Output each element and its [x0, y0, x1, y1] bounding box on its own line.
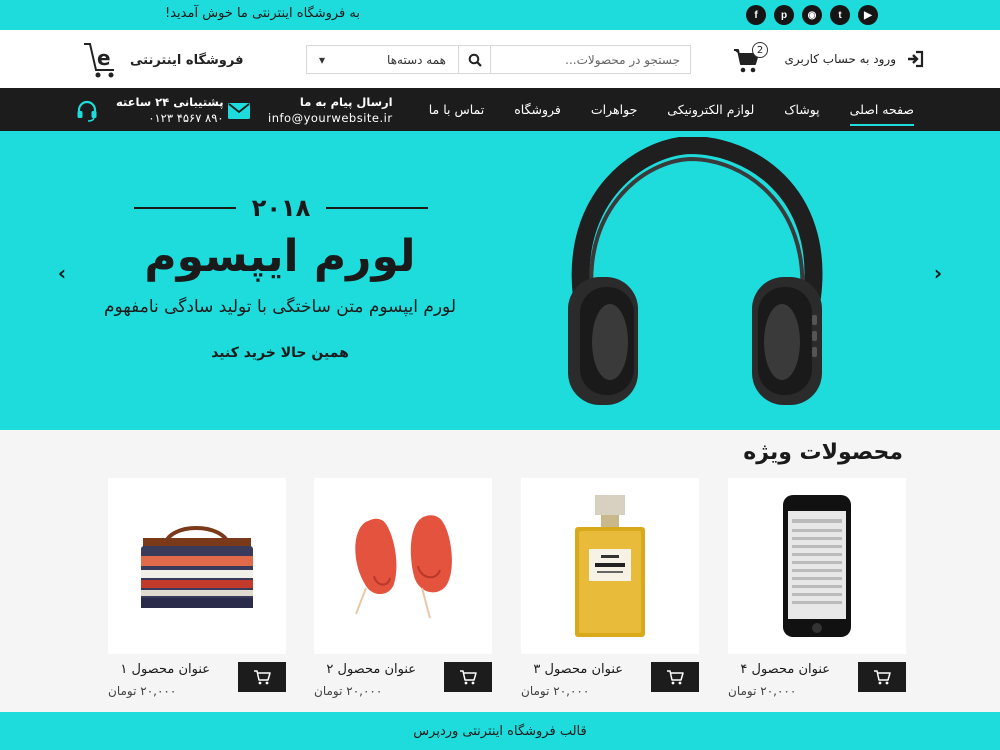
shoes-image — [355, 515, 452, 619]
product-card[interactable]: عنوان محصول ۳ ۲۰,۰۰۰ تومان — [521, 478, 699, 712]
sign-in-icon — [908, 50, 924, 68]
hero-title: لورم ایپسوم — [144, 231, 416, 282]
pinterest-icon[interactable]: p — [774, 5, 794, 25]
logo-letter: e — [97, 46, 111, 70]
slider-next-arrow[interactable]: › — [928, 261, 948, 285]
product-price: ۲۰,۰۰۰ تومان — [521, 684, 590, 698]
youtube-icon[interactable]: ▶ — [858, 5, 878, 25]
product-image[interactable] — [521, 478, 699, 654]
support-phone: ۰۱۲۳ ۴۵۶۷ ۸۹۰ — [148, 111, 224, 125]
divider — [134, 207, 236, 209]
header: e فروشگاه اینترنتی ▾ همه دسته‌ها 2 ورو — [0, 30, 1000, 88]
handbag-image — [141, 526, 253, 608]
headphone-image — [568, 137, 823, 405]
product-image[interactable] — [108, 478, 286, 654]
login-label: ورود به حساب کاربری — [784, 52, 896, 66]
search-bar: ▾ همه دسته‌ها — [306, 45, 691, 74]
product-title[interactable]: عنوان محصول ۳ — [533, 662, 623, 677]
facebook-icon[interactable]: f — [746, 5, 766, 25]
email-title: ارسال پیام به ما — [299, 95, 393, 109]
top-bar: به فروشگاه اینترنتی ما خوش آمدید! f p ◉ … — [0, 0, 1000, 30]
cart-count-badge: 2 — [752, 42, 768, 58]
hero-year: ۲۰۱۸ — [251, 194, 311, 222]
login-link[interactable]: ورود به حساب کاربری — [784, 50, 924, 68]
perfume-image — [575, 495, 645, 637]
product-title[interactable]: عنوان محصول ۴ — [740, 662, 830, 677]
category-select[interactable]: ▾ همه دسته‌ها — [307, 46, 459, 73]
envelope-icon — [228, 103, 250, 119]
nav-item-contact[interactable]: تماس با ما — [429, 96, 485, 123]
add-to-cart-button[interactable] — [858, 662, 906, 692]
nav-item-jewelry[interactable]: جواهرات — [591, 96, 637, 123]
search-button[interactable] — [459, 46, 491, 73]
product-price: ۲۰,۰۰۰ تومان — [108, 684, 177, 698]
shop-now-link[interactable]: همین حالا خرید کنید — [180, 345, 380, 361]
rss-icon[interactable]: ◉ — [802, 5, 822, 25]
smartphone-image — [783, 495, 851, 637]
nav-item-clothing[interactable]: پوشاک — [784, 96, 819, 123]
product-card[interactable]: عنوان محصول ۱ ۲۰,۰۰۰ تومان — [108, 478, 286, 712]
product-title[interactable]: عنوان محصول ۱ — [120, 662, 210, 677]
hero-subtitle: لورم ایپسوم متن ساختگی با تولید سادگی نا… — [103, 297, 457, 317]
cart-icon — [254, 670, 271, 685]
product-price: ۲۰,۰۰۰ تومان — [728, 684, 797, 698]
product-card[interactable]: عنوان محصول ۴ ۲۰,۰۰۰ تومان — [728, 478, 906, 712]
search-input[interactable] — [491, 46, 690, 73]
support-title: پشتیبانی ۲۴ ساعته — [116, 95, 224, 109]
category-selected: همه دسته‌ها — [387, 52, 446, 67]
cart-icon — [460, 670, 477, 685]
welcome-message: به فروشگاه اینترنتی ما خوش آمدید! — [165, 6, 360, 21]
nav-item-electronics[interactable]: لوازم الکترونیکی — [667, 96, 754, 123]
email-contact[interactable]: ارسال پیام به ما info@yourwebsite.ir — [228, 94, 393, 126]
support-contact: پشتیبانی ۲۴ ساعته ۰۱۲۳ ۴۵۶۷ ۸۹۰ — [76, 94, 224, 126]
nav-item-home[interactable]: صفحه اصلی — [849, 96, 915, 126]
email-address: info@yourwebsite.ir — [268, 111, 393, 125]
slider-prev-arrow[interactable]: ‹ — [52, 261, 72, 285]
cart-logo-icon: e — [84, 43, 114, 78]
nav-menu: صفحه اصلی پوشاک لوازم الکترونیکی جواهرات… — [429, 88, 915, 131]
search-icon — [468, 53, 482, 67]
product-image[interactable] — [728, 478, 906, 654]
chevron-down-icon: ▾ — [319, 52, 326, 67]
site-logo[interactable]: e فروشگاه اینترنتی — [80, 40, 243, 80]
add-to-cart-button[interactable] — [651, 662, 699, 692]
cart-button[interactable]: 2 — [732, 42, 768, 76]
headset-icon — [77, 100, 97, 122]
divider — [326, 207, 428, 209]
social-links: f p ◉ t ▶ — [746, 5, 878, 25]
logo-text: فروشگاه اینترنتی — [130, 52, 244, 68]
main-nav: صفحه اصلی پوشاک لوازم الکترونیکی جواهرات… — [0, 88, 1000, 131]
hero-slider: ‹ › ۲۰۱۸ لورم ایپسوم لورم ایپسوم متن ساخ… — [0, 131, 1000, 430]
product-card[interactable]: عنوان محصول ۲ ۲۰,۰۰۰ تومان — [314, 478, 492, 712]
featured-products: محصولات ویژه عنوان محصول ۴ ۲۰,۰۰۰ تومان … — [0, 430, 1000, 712]
footer-text: قالب فروشگاه اینترنتی وردپرس — [413, 723, 587, 739]
add-to-cart-button[interactable] — [444, 662, 492, 692]
section-title: محصولات ویژه — [743, 440, 903, 465]
hero-year-row: ۲۰۱۸ — [134, 194, 428, 222]
twitter-icon[interactable]: t — [830, 5, 850, 25]
add-to-cart-button[interactable] — [238, 662, 286, 692]
nav-item-shop[interactable]: فروشگاه — [514, 96, 561, 123]
cart-icon — [874, 670, 891, 685]
product-image[interactable] — [314, 478, 492, 654]
product-price: ۲۰,۰۰۰ تومان — [314, 684, 383, 698]
product-title[interactable]: عنوان محصول ۲ — [326, 662, 416, 677]
footer: قالب فروشگاه اینترنتی وردپرس — [0, 712, 1000, 750]
cart-icon — [667, 670, 684, 685]
